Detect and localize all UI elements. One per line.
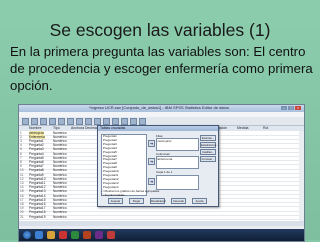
estadisticos-button[interactable]: Estadísticos...	[200, 142, 218, 148]
filas-value: centroproc	[157, 138, 172, 143]
toolbar-button-icon[interactable]	[130, 118, 137, 125]
exactas-button[interactable]: Exactas...	[200, 135, 216, 141]
columnas-value: Enfermería	[157, 156, 173, 161]
casillas-button[interactable]: Casillas...	[200, 149, 216, 155]
spss-screenshot: *Ingreso UCR.sav [Conjunto_de_datos1] - …	[18, 104, 305, 242]
table-row[interactable]: 21 Pregunta19 Numérico	[19, 215, 299, 220]
browser-icon[interactable]	[35, 231, 43, 239]
taskbar	[19, 229, 304, 241]
toolbar-button-icon[interactable]	[76, 118, 83, 125]
move-to-layer-arrow-icon[interactable]: ➔	[148, 178, 155, 185]
toolbar-button-icon[interactable]	[67, 118, 74, 125]
toolbar-button-icon[interactable]	[22, 118, 29, 125]
window-titlebar: *Ingreso UCR.sav [Conjunto_de_datos1] - …	[19, 105, 304, 112]
toolbar-button-icon[interactable]	[40, 118, 47, 125]
toolbar-button-icon[interactable]	[85, 118, 92, 125]
start-button-icon[interactable]	[23, 231, 31, 239]
dialog-title: Tablas cruzadas	[98, 126, 218, 131]
move-to-columns-arrow-icon[interactable]: ➔	[148, 158, 155, 165]
ayuda-button[interactable]: Ayuda	[192, 198, 207, 204]
suppress-tables-checkbox[interactable]: ☐ Suprimir tablas	[101, 193, 125, 197]
slide: Se escogen las variables (1) En la prime…	[0, 0, 320, 242]
variable-source-list[interactable]: Pregunta1 Pregunta2 Pregunta3 Pregunta4 Preg…	[101, 134, 147, 196]
toolbar-button-icon[interactable]	[58, 118, 65, 125]
spss-icon[interactable]	[107, 231, 115, 239]
maximize-button[interactable]: □	[288, 106, 294, 110]
pegar-button[interactable]: Pegar	[129, 198, 144, 204]
folder-icon[interactable]	[47, 231, 55, 239]
presentation-icon[interactable]	[83, 231, 91, 239]
toolbar-button-icon[interactable]	[49, 118, 56, 125]
restablecer-button[interactable]: Restablecer	[150, 198, 166, 204]
suppress-tables-label: Suprimir tablas	[104, 193, 125, 197]
app-icon[interactable]	[95, 231, 103, 239]
variable-name-cell[interactable]: Pregunta19	[29, 215, 45, 219]
toolbar-button-icon[interactable]	[112, 118, 119, 125]
window-title: *Ingreso UCR.sav [Conjunto_de_datos1] - …	[89, 105, 229, 110]
cancelar-button[interactable]: Cancelar	[171, 198, 186, 204]
close-button[interactable]: ×	[295, 106, 301, 110]
minimize-button[interactable]: –	[281, 106, 287, 110]
variable-type-cell[interactable]: Numérico	[53, 215, 67, 219]
view-tabs: Vista de datosVista de variables	[19, 221, 304, 237]
toolbar-button-icon[interactable]	[31, 118, 38, 125]
toolbar-button-icon[interactable]	[139, 118, 146, 125]
toolbar-button-icon[interactable]	[103, 118, 110, 125]
slide-title: Se escogen las variables (1)	[49, 20, 271, 40]
aceptar-button[interactable]: Aceptar	[108, 198, 123, 204]
slide-body: En la primera pregunta las variables son…	[10, 44, 313, 93]
capa-box[interactable]	[156, 175, 199, 190]
columnas-box[interactable]: Enfermería	[156, 156, 199, 169]
move-to-rows-arrow-icon[interactable]: ➔	[148, 140, 155, 147]
media-player-icon[interactable]	[59, 231, 67, 239]
toolbar-button-icon[interactable]	[121, 118, 128, 125]
row-number: 21	[20, 214, 24, 219]
capa-label: Capa 1 de 1	[156, 170, 173, 174]
formato-button[interactable]: Formato...	[200, 156, 216, 162]
spreadsheet-icon[interactable]	[71, 231, 79, 239]
crosstabs-dialog: Tablas cruzadas Pregunta1 Pregunta2 Pregun…	[97, 125, 219, 207]
filas-box[interactable]: centroproc	[156, 138, 199, 151]
toolbar-button-icon[interactable]	[94, 118, 101, 125]
